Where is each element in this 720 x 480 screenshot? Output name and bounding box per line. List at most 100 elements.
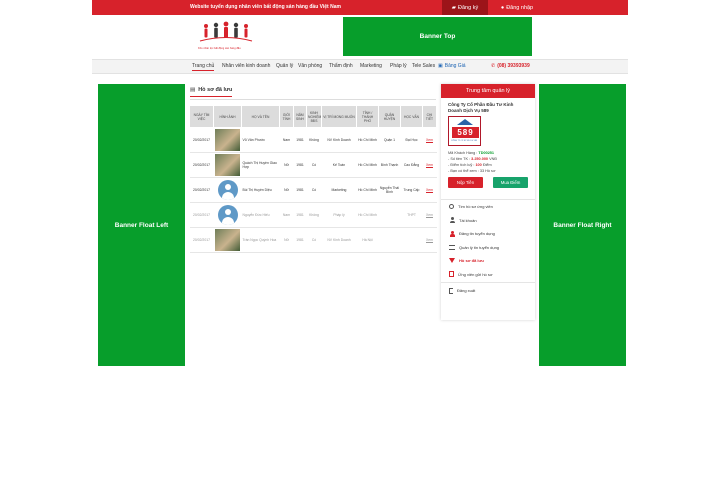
- saved-profiles-table: NGÀY TÌM VIỆC HÌNH ẢNH HỌ VÀ TÊN GIỚI TÍ…: [189, 105, 437, 253]
- user-icon: ●: [500, 4, 505, 11]
- document-icon: [449, 271, 454, 278]
- photo-cell: [213, 152, 242, 178]
- gender-cell: Nữ: [279, 177, 294, 203]
- nav-item-office[interactable]: Văn phòng: [298, 63, 322, 69]
- detail-link[interactable]: Xem: [422, 177, 437, 203]
- site-slogan: Website tuyển dụng nhân viên bất động sả…: [190, 4, 341, 10]
- banner-top[interactable]: Banner Top: [343, 17, 532, 56]
- district-cell: Quận 1: [378, 127, 401, 153]
- nav-item-appraisal[interactable]: Thẩm định: [329, 63, 353, 69]
- deposit-button[interactable]: Nộp Tiền: [448, 177, 483, 188]
- detail-link[interactable]: Xem: [422, 202, 437, 228]
- sidebar-item-label: Tìm hồ sơ ứng viên: [458, 204, 493, 210]
- year-cell: 1981: [293, 127, 307, 153]
- table-row[interactable]: 20/02/2017 Quách Thị Huyền Giao Hợp Nữ 1981…: [189, 152, 437, 178]
- top-bar: Website tuyển dụng nhân viên bất động sả…: [92, 0, 628, 15]
- points-unit: Điểm: [482, 163, 492, 167]
- photo-cell: [213, 202, 242, 228]
- detail-link[interactable]: Xem: [422, 227, 437, 253]
- col-position: VỊ TRÍ MONG MUỐN: [321, 105, 357, 128]
- hotline-number: (08) 39393939: [497, 63, 530, 69]
- register-label: Đăng ký: [458, 4, 479, 11]
- date-cell: 20/02/2017: [189, 152, 214, 178]
- buy-points-button[interactable]: Mua Điểm: [493, 177, 528, 188]
- default-avatar-icon: [217, 180, 238, 200]
- logout-button[interactable]: Đăng xuất: [441, 282, 535, 298]
- table-row[interactable]: 20/02/2017 Bùi Thị Huyền Diệu Nữ 1981 Có Mark…: [189, 177, 437, 203]
- price-link[interactable]: ▣ Bảng Giá: [438, 63, 466, 69]
- sidebar-item-account[interactable]: Tài khoản: [441, 214, 535, 228]
- views-label: - Bạn có thể xem :: [448, 169, 479, 173]
- logo-tagline: Kho nhân lực bất động sản hàng đầu: [198, 47, 241, 50]
- balance-label: - Số tiền TK :: [448, 157, 471, 161]
- sidebar-item-saved-profiles[interactable]: Hồ sơ đã lưu: [441, 254, 535, 268]
- banner-float-right[interactable]: Banner Float Right: [539, 84, 626, 366]
- city-cell: Hồ Chí Minh: [356, 152, 379, 178]
- nav-item-sales[interactable]: Nhân viên kinh doanh: [222, 63, 270, 69]
- experience-cell: Không: [306, 202, 322, 228]
- district-cell: Nguyễn Thái Bình: [378, 177, 401, 203]
- col-experience: KINH NGHIỆM BĐS: [306, 105, 322, 128]
- city-cell: Hồ Chí Minh: [356, 202, 379, 228]
- list-icon: [449, 244, 455, 250]
- nav-item-home[interactable]: Trang chủ: [192, 63, 215, 71]
- site-logo[interactable]: Kho nhân lực bất động sản hàng đầu: [196, 20, 256, 54]
- year-cell: 1981: [293, 177, 307, 203]
- table-row[interactable]: 20/02/2017 Trần Ngọc Quỳnh Hoa Nữ 1981 Có NV …: [189, 227, 437, 253]
- col-date: NGÀY TÌM VIỆC: [189, 105, 214, 128]
- table-row[interactable]: 20/02/2017 Vũ Văn Phước Nam 1981 Không NV Kin…: [189, 127, 437, 153]
- col-name: HỌ VÀ TÊN: [241, 105, 280, 128]
- customer-code: TD00251: [478, 151, 495, 155]
- login-button[interactable]: ● Đăng nhập: [492, 0, 542, 15]
- management-sidebar: Trung tâm quản lý Công Ty Cổ Phần Đầu Tư…: [441, 84, 535, 320]
- date-cell: 20/02/2017: [189, 227, 214, 253]
- banner-float-left[interactable]: Banner Float Left: [98, 84, 185, 366]
- experience-cell: Không: [306, 127, 322, 153]
- sidebar-item-search-profiles[interactable]: Tìm hồ sơ ứng viên: [441, 200, 535, 214]
- register-button[interactable]: ▰ Đăng ký: [442, 0, 488, 15]
- sidebar-item-applicants[interactable]: Ứng viên gửi hồ sơ: [441, 268, 535, 282]
- col-detail: CHI TIẾT: [422, 105, 437, 128]
- sidebar-item-manage-jobs[interactable]: Quản lý tin tuyển dụng: [441, 241, 535, 255]
- page-title: Hồ sơ đã lưu: [198, 87, 233, 93]
- education-cell: Cao Đẳng: [400, 152, 423, 178]
- price-tag-icon: ▣: [438, 63, 443, 69]
- year-cell: 1981: [293, 202, 307, 228]
- nav-item-marketing[interactable]: Marketing: [360, 63, 382, 69]
- gender-cell: Nam: [279, 127, 294, 153]
- nav-item-management[interactable]: Quản lý: [276, 63, 293, 69]
- user-icon: [449, 217, 455, 224]
- position-cell: Pháp lý: [321, 202, 357, 228]
- customer-code-label: Mã Khách Hàng :: [448, 151, 478, 155]
- company-logo: 589 CÔNG TY CP ĐT KD DV 589: [448, 116, 481, 146]
- col-photo: HÌNH ẢNH: [213, 105, 242, 128]
- nav-item-legal[interactable]: Pháp lý: [390, 63, 407, 69]
- sidebar-item-post-job[interactable]: Đăng tin tuyển dụng: [441, 227, 535, 241]
- nav-item-telesales[interactable]: Tele Sales: [412, 63, 435, 69]
- login-label: Đăng nhập: [506, 4, 534, 11]
- name-cell: Trần Ngọc Quỳnh Hoa: [241, 227, 280, 253]
- table-row[interactable]: 20/02/2017 Nguyễn Đức Hiếu Nam 1981 Không Phá…: [189, 202, 437, 228]
- saved-files-icon: ▤: [190, 87, 196, 93]
- company-logo-number: 589: [452, 127, 479, 138]
- sidebar-item-label: Đăng tin tuyển dụng: [459, 231, 495, 237]
- city-cell: Hồ Chí Minh: [356, 177, 379, 203]
- hotline[interactable]: ✆ (08) 39393939: [491, 63, 530, 69]
- education-cell: THPT: [400, 202, 423, 228]
- table-header: NGÀY TÌM VIỆC HÌNH ẢNH HỌ VÀ TÊN GIỚI TÍ…: [189, 105, 437, 128]
- company-logo-caption: CÔNG TY CP ĐT KD DV 589: [451, 140, 478, 142]
- logout-icon: [449, 287, 453, 294]
- district-cell: [378, 227, 401, 253]
- detail-link[interactable]: Xem: [422, 127, 437, 153]
- photo-cell: [213, 127, 242, 153]
- views-value: 33 Hồ sơ: [479, 169, 496, 173]
- col-city: TỈNH / THÀNH PHỐ: [356, 105, 379, 128]
- name-cell: Bùi Thị Huyền Diệu: [241, 177, 280, 203]
- col-year: NĂM SINH: [293, 105, 307, 128]
- detail-link[interactable]: Xem: [422, 152, 437, 178]
- position-cell: NV Kinh Doanh: [321, 227, 357, 253]
- experience-cell: Có: [306, 227, 322, 253]
- people-logo-icon: [199, 21, 253, 42]
- education-cell: Trung Cấp: [400, 177, 423, 203]
- sidebar-item-label: Tài khoản: [459, 217, 477, 223]
